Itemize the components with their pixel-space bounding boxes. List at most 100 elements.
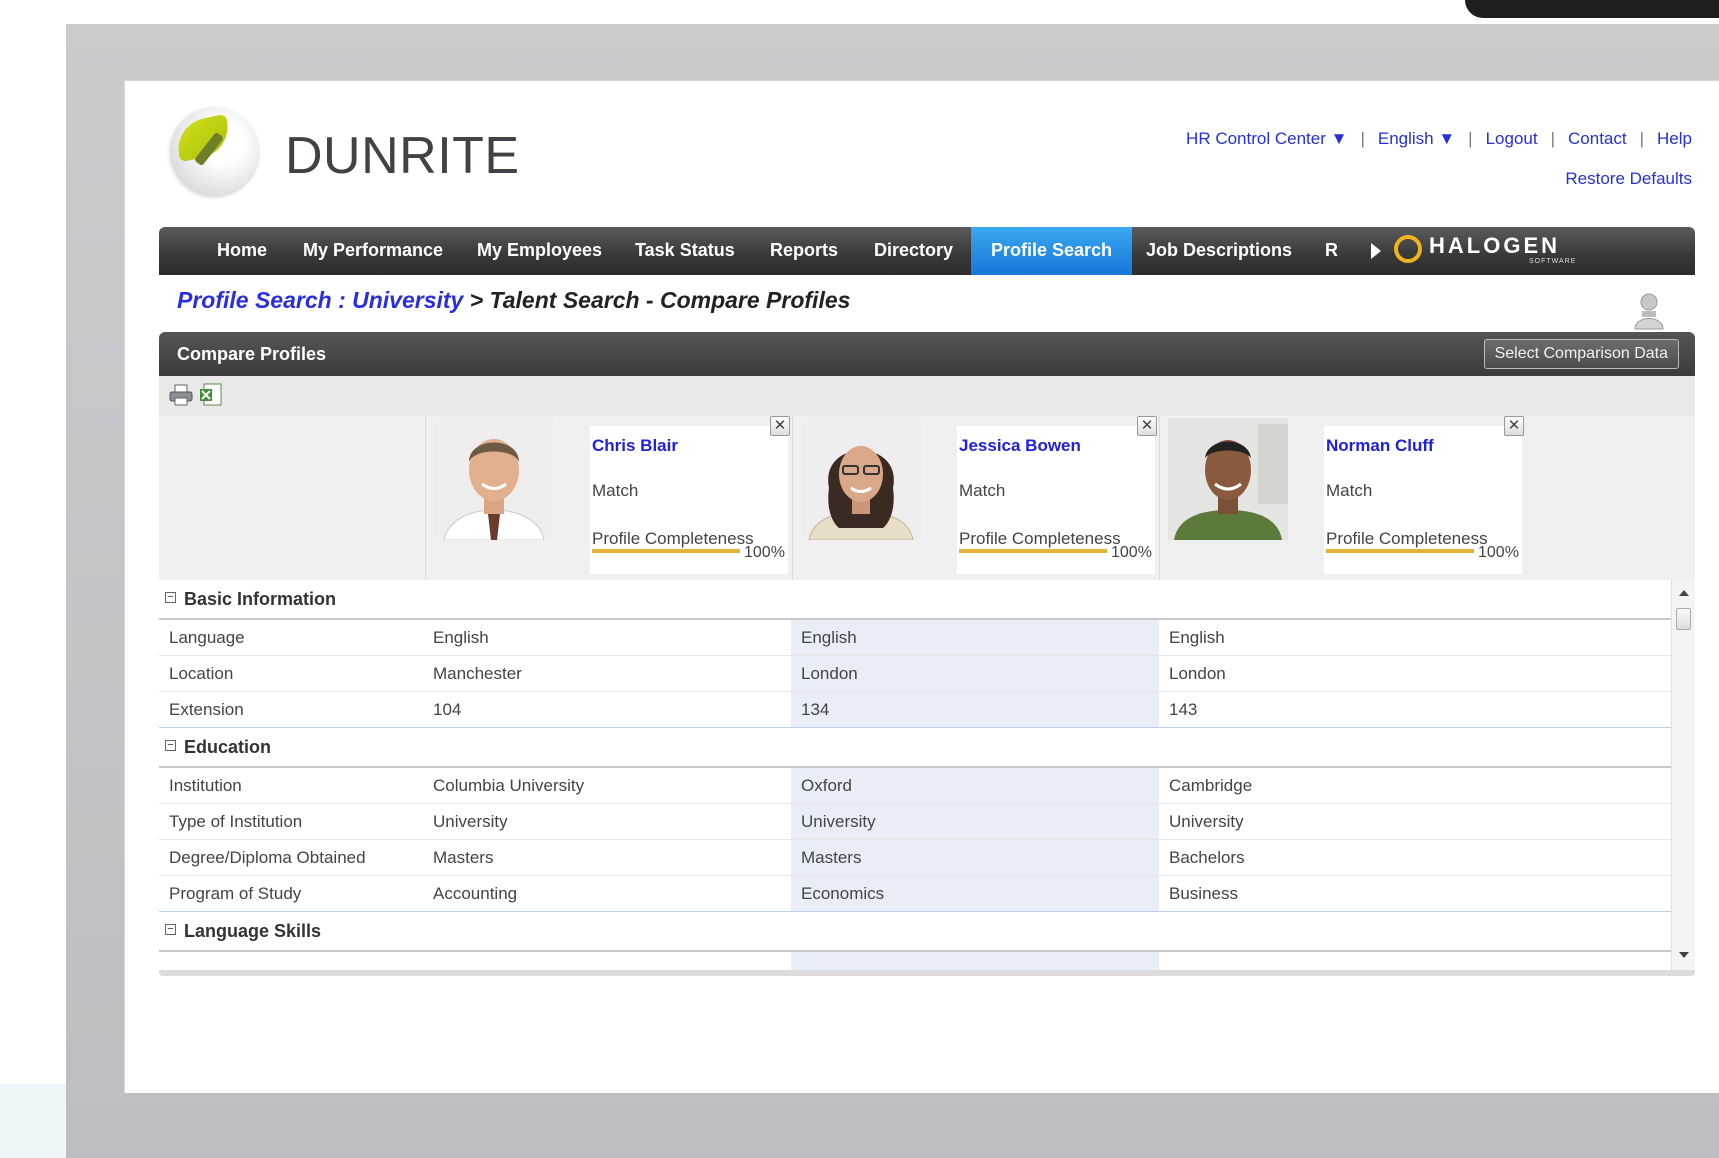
row-value: English (433, 628, 489, 647)
nav-my-performance[interactable]: My Performance (303, 227, 443, 275)
row-value: 143 (1169, 700, 1198, 719)
completeness-label: Profile Completeness (959, 529, 1121, 548)
row-label: Institution (169, 776, 242, 795)
toolbar (159, 376, 1695, 416)
remove-profile-close-icon[interactable]: ✕ (770, 416, 790, 436)
profile-name-link[interactable]: Chris Blair (592, 436, 678, 456)
language-link[interactable]: English ▼ (1378, 129, 1455, 148)
section-title: Education (184, 737, 272, 757)
monitor-corner (1465, 0, 1719, 18)
compare-profiles-header: Compare Profiles Select Comparison Data (159, 332, 1695, 376)
section-header[interactable]: − Language Skills (159, 912, 1671, 952)
row-label: Location (169, 664, 234, 683)
row-value: 104 (433, 700, 462, 719)
nav-my-employees[interactable]: My Employees (477, 227, 602, 275)
nav-truncated-item[interactable]: R (1325, 227, 1338, 275)
section-header[interactable]: − Basic Information (159, 580, 1671, 620)
row-value: Accounting (433, 884, 518, 903)
scroll-thumb[interactable] (1676, 608, 1691, 630)
profile-info: Jessica Bowen Match Profile Completeness… (957, 426, 1155, 574)
row-value: Business (1169, 884, 1238, 903)
logout-link[interactable]: Logout (1486, 129, 1538, 148)
nav-more-arrow-icon[interactable] (1371, 243, 1381, 259)
table-scrollbar[interactable] (1671, 580, 1695, 970)
row-value: University (1169, 812, 1244, 831)
scroll-up-icon[interactable] (1679, 590, 1689, 596)
halogen-brand: HALOGEN (1429, 233, 1560, 258)
table-row: Language English English English (159, 620, 1671, 656)
row-value (791, 952, 1159, 970)
nav-profile-search[interactable]: Profile Search (971, 227, 1133, 275)
contact-link[interactable]: Contact (1568, 129, 1627, 148)
table-row: Location Manchester London London (159, 656, 1671, 692)
nav-directory[interactable]: Directory (874, 227, 953, 275)
row-label: Program of Study (169, 884, 302, 903)
profile-card: Chris Blair Match Profile Completeness 1… (425, 416, 792, 580)
panel-title: Compare Profiles (177, 344, 327, 364)
logo-text: DUNRITE (285, 127, 520, 185)
profile-photo (434, 418, 554, 540)
section-title: Language Skills (184, 921, 322, 941)
hr-control-center-link[interactable]: HR Control Center ▼ (1186, 129, 1347, 148)
separator: | (1360, 129, 1365, 148)
completeness-bar (1326, 549, 1474, 553)
row-value: Manchester (433, 664, 522, 683)
match-label: Match (592, 481, 639, 500)
remove-profile-close-icon[interactable]: ✕ (1137, 416, 1157, 436)
section-header[interactable]: − Education (159, 728, 1671, 768)
row-value: Cambridge (1169, 776, 1253, 795)
row-label: Extension (169, 700, 244, 719)
row-value: Oxford (791, 768, 1159, 803)
completeness-label: Profile Completeness (592, 529, 754, 548)
row-label: Language (169, 628, 245, 647)
nav-task-status[interactable]: Task Status (635, 227, 735, 275)
completeness-bar (592, 549, 740, 553)
profile-card: Norman Cluff Match Profile Completeness … (1159, 416, 1526, 580)
separator: | (1639, 129, 1645, 148)
help-link[interactable]: Help (1657, 129, 1692, 148)
profile-name-link[interactable]: Jessica Bowen (959, 436, 1081, 456)
section-title: Basic Information (184, 589, 337, 609)
dunrite-logo-icon (170, 107, 258, 195)
profile-photo (1168, 418, 1288, 540)
table-bottom-edge (159, 970, 1695, 976)
scroll-down-icon[interactable] (1679, 952, 1689, 958)
collapse-icon[interactable]: − (165, 924, 176, 935)
excel-export-icon[interactable] (199, 383, 223, 407)
row-value: Masters (791, 840, 1159, 875)
completeness-percent: 100% (1478, 544, 1519, 561)
restore-defaults-link[interactable]: Restore Defaults (1565, 169, 1692, 189)
profile-cards: Chris Blair Match Profile Completeness 1… (159, 416, 1695, 581)
table-row: Institution Columbia University Oxford C… (159, 768, 1671, 804)
nav-reports[interactable]: Reports (770, 227, 838, 275)
remove-profile-close-icon[interactable]: ✕ (1504, 416, 1524, 436)
table-row: Program of Study Accounting Economics Bu… (159, 876, 1671, 912)
app-screen: DUNRITE HR Control Center ▼ | English ▼ | Lo… (124, 80, 1719, 1093)
row-value: Bachelors (1169, 848, 1245, 867)
table-row (159, 952, 1671, 970)
profile-info: Norman Cluff Match Profile Completeness … (1324, 426, 1522, 574)
nav-home[interactable]: Home (217, 227, 267, 275)
top-links: HR Control Center ▼ | English ▼ | Logout | Con… (1186, 129, 1692, 149)
profile-name-link[interactable]: Norman Cluff (1326, 436, 1434, 456)
collapse-icon[interactable]: − (165, 592, 176, 603)
profile-photo (801, 418, 921, 540)
row-value: Columbia University (433, 776, 585, 795)
collapse-icon[interactable]: − (165, 740, 176, 751)
breadcrumb-link[interactable]: Profile Search : University (177, 287, 463, 313)
breadcrumb: Profile Search : University > Talent Sea… (177, 287, 850, 314)
main-nav: Home My Performance My Employees Task St… (159, 227, 1695, 275)
completeness-percent: 100% (1111, 544, 1152, 561)
profile-card: Jessica Bowen Match Profile Completeness… (792, 416, 1159, 580)
row-value: Economics (791, 876, 1159, 911)
match-label: Match (959, 481, 1006, 500)
nav-job-descriptions[interactable]: Job Descriptions (1146, 227, 1292, 275)
user-profile-icon[interactable] (1632, 291, 1666, 331)
match-label: Match (1326, 481, 1373, 500)
row-value: University (433, 812, 508, 831)
select-comparison-data-button[interactable]: Select Comparison Data (1483, 339, 1679, 369)
separator: | (1468, 129, 1473, 148)
print-icon[interactable] (169, 384, 193, 406)
separator: | (1550, 129, 1556, 148)
comparison-table: − Basic Information Language English Eng… (159, 580, 1695, 970)
